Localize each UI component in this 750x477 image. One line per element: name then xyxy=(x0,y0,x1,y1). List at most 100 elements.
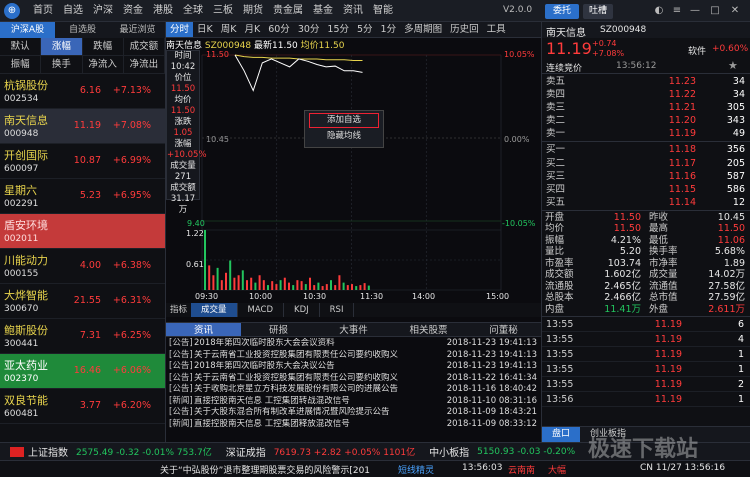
skin-icon[interactable]: ◐ xyxy=(652,4,666,18)
tab-events[interactable]: 大事件 xyxy=(316,323,391,336)
list-item[interactable]: 开创国际 600097 10.87 +6.99% xyxy=(0,144,165,179)
list-item[interactable]: [新闻] 直接控股南天信息 工控集团转战混改信号 2018-11-10 08:31:… xyxy=(166,396,541,408)
index-sz-name[interactable]: 深证成指 xyxy=(226,444,266,459)
x-tick-label: 10:30 xyxy=(303,292,327,301)
tab-1min[interactable]: 1分 xyxy=(377,22,401,37)
bid-row[interactable]: 买二 11.17 205 xyxy=(542,157,750,170)
short-line-elf-button[interactable]: 短线精灵 xyxy=(398,463,434,476)
chart-canvas[interactable] xyxy=(166,38,541,302)
ticker-text[interactable]: 关于“中弘股份”退市整理期股票交易的风险警示[201 xyxy=(160,463,370,476)
add-watchlist-menu-item[interactable]: 添加自选 xyxy=(309,113,379,128)
sort-outflow[interactable]: 净流出 xyxy=(124,56,165,73)
hide-avg-line-menu-item[interactable]: 隐藏均线 xyxy=(305,128,383,144)
menu-watchlist[interactable]: 自选 xyxy=(58,0,88,22)
bid-row[interactable]: 买五 11.14 12 xyxy=(542,196,750,209)
maximize-icon[interactable]: □ xyxy=(708,4,722,18)
list-item[interactable]: 盾安环境 002011 xyxy=(0,214,165,249)
list-item[interactable]: [公告] 关于云南省工业投资控股集团有限责任公司要约收购义 2018-11-22 1… xyxy=(166,373,541,385)
tab-60min[interactable]: 60分 xyxy=(264,22,294,37)
volume-bar xyxy=(267,285,269,290)
index-sme-name[interactable]: 中小板指 xyxy=(429,444,469,459)
tab-history[interactable]: 历史回 xyxy=(446,22,483,37)
tab-ask-board[interactable]: 问董秘 xyxy=(466,323,541,336)
ask-row[interactable]: 卖二 11.20 343 xyxy=(542,114,750,127)
sort-turnover[interactable]: 成交额 xyxy=(124,38,165,55)
tab-multi-period[interactable]: 多周期图 xyxy=(400,22,446,37)
tab-volume[interactable]: 成交量 xyxy=(191,303,238,317)
volume-bar xyxy=(241,270,244,290)
tab-30min[interactable]: 30分 xyxy=(294,22,324,37)
tab-info[interactable]: 资讯 xyxy=(166,323,241,336)
tab-weekly-k[interactable]: 周K xyxy=(217,22,241,37)
list-item[interactable]: [公告] 2018年第四次临时股东大会会议资料 2018-11-23 19:41:1… xyxy=(166,338,541,350)
tab-15min[interactable]: 15分 xyxy=(323,22,353,37)
menu-hk[interactable]: 港股 xyxy=(148,0,178,22)
list-item[interactable]: 鲍斯股份 300441 7.31 +6.25% xyxy=(0,319,165,354)
menu-fund[interactable]: 基金 xyxy=(308,0,338,22)
list-item[interactable]: 川能动力 000155 4.00 +6.38% xyxy=(0,249,165,284)
menu-icon[interactable]: ≡ xyxy=(670,4,684,18)
sort-turnover-rate[interactable]: 换手 xyxy=(41,56,83,73)
list-item[interactable]: [公告] 关于收购北京星立方科技发展股份有限公司的进展公告 2018-11-16 1… xyxy=(166,384,541,396)
list-item[interactable]: 双良节能 600481 3.77 +6.20% xyxy=(0,389,165,424)
context-menu: 添加自选 隐藏均线 xyxy=(304,110,384,148)
sort-gain[interactable]: 涨幅 xyxy=(41,38,83,55)
tab-kdj[interactable]: KDJ xyxy=(284,303,320,317)
list-item[interactable]: [公告] 关于大股东混合所有制改革进展情况暨风险提示公告 2018-11-09 18… xyxy=(166,407,541,419)
menu-futures[interactable]: 期货 xyxy=(238,0,268,22)
tab-related[interactable]: 相关股票 xyxy=(391,323,466,336)
list-item[interactable]: 大烨智能 300670 21.55 +6.31% xyxy=(0,284,165,319)
bid-row[interactable]: 买四 11.15 586 xyxy=(542,183,750,196)
ask-row[interactable]: 卖四 11.22 34 xyxy=(542,88,750,101)
tab-macd[interactable]: MACD xyxy=(238,303,285,317)
list-item[interactable]: [新闻] 直接控股南天信息 工控集团释放混改信号 2018-11-09 08:33:… xyxy=(166,419,541,431)
list-item[interactable]: [公告] 2018年第四次临时股东大会决议公告 2018-11-23 19:41:1… xyxy=(166,361,541,373)
intraday-chart[interactable]: 南天信息 SZ000948 最新11.50 均价11.50 时间 10:42 价… xyxy=(166,38,541,302)
tab-5min[interactable]: 5分 xyxy=(353,22,377,37)
tab-monthly-k[interactable]: 月K xyxy=(240,22,264,37)
menu-funds[interactable]: 资金 xyxy=(118,0,148,22)
bid-row[interactable]: 买一 11.18 356 xyxy=(542,143,750,156)
ask-row[interactable]: 卖五 11.23 34 xyxy=(542,75,750,88)
sort-inflow[interactable]: 净流入 xyxy=(83,56,124,73)
news-date: 2018-11-10 08:31:16 xyxy=(446,395,537,406)
menu-global[interactable]: 全球 xyxy=(178,0,208,22)
main-menu: 首页 自选 沪深 资金 港股 全球 三板 期货 贵金属 基金 资讯 智能 xyxy=(28,0,398,22)
tab-watchlist[interactable]: 自选股 xyxy=(55,22,110,38)
market-tabs: 沪深A股 自选股 最近浏览 xyxy=(0,22,165,38)
sort-default[interactable]: 默认 xyxy=(0,38,42,55)
tab-order-book[interactable]: 盘口 xyxy=(542,427,581,442)
ask-row[interactable]: 卖三 11.21 305 xyxy=(542,101,750,114)
tab-recent[interactable]: 最近浏览 xyxy=(110,22,165,38)
bid-row[interactable]: 买三 11.16 587 xyxy=(542,170,750,183)
list-item[interactable]: 亚太药业 002370 16.46 +6.06% xyxy=(0,354,165,389)
sort-amplitude[interactable]: 振幅 xyxy=(0,56,42,73)
menu-home[interactable]: 首页 xyxy=(28,0,58,22)
y-bot-label: 9.40 xyxy=(187,219,205,228)
feedback-button[interactable]: 吐槽 xyxy=(583,4,613,19)
tab-intraday[interactable]: 分时 xyxy=(166,22,194,37)
menu-metals[interactable]: 贵金属 xyxy=(268,0,308,22)
top-menu-bar: ⊕ 首页 自选 沪深 资金 港股 全球 三板 期货 贵金属 基金 资讯 智能 V… xyxy=(0,0,750,22)
tab-hs-a[interactable]: 沪深A股 xyxy=(0,22,55,38)
sort-loss[interactable]: 跌幅 xyxy=(83,38,124,55)
list-item[interactable]: 星期六 002291 5.23 +6.95% xyxy=(0,179,165,214)
minimize-icon[interactable]: — xyxy=(688,4,702,18)
list-item[interactable]: 杭锅股份 002534 6.16 +7.13% xyxy=(0,74,165,109)
entrust-button[interactable]: 委托 xyxy=(545,4,579,19)
index-sh-name[interactable]: 上证指数 xyxy=(28,444,68,459)
tab-research[interactable]: 研报 xyxy=(241,323,316,336)
volume-bar xyxy=(279,280,282,290)
ask-row[interactable]: 卖一 11.19 49 xyxy=(542,127,750,140)
menu-news[interactable]: 资讯 xyxy=(338,0,368,22)
list-item[interactable]: [公告] 关于云南省工业投资控股集团有限责任公司要约收购义 2018-11-23 1… xyxy=(166,350,541,362)
tab-rsi[interactable]: RSI xyxy=(320,303,355,317)
tab-tools[interactable]: 工具 xyxy=(483,22,510,37)
tab-daily-k[interactable]: 日K xyxy=(193,22,217,37)
menu-hs[interactable]: 沪深 xyxy=(88,0,118,22)
list-item[interactable]: 南天信息 000948 11.19 +7.08% xyxy=(0,109,165,144)
menu-smart[interactable]: 智能 xyxy=(368,0,398,22)
menu-third-board[interactable]: 三板 xyxy=(208,0,238,22)
close-icon[interactable]: ✕ xyxy=(728,4,742,18)
add-star-icon[interactable]: ★ xyxy=(728,59,738,72)
